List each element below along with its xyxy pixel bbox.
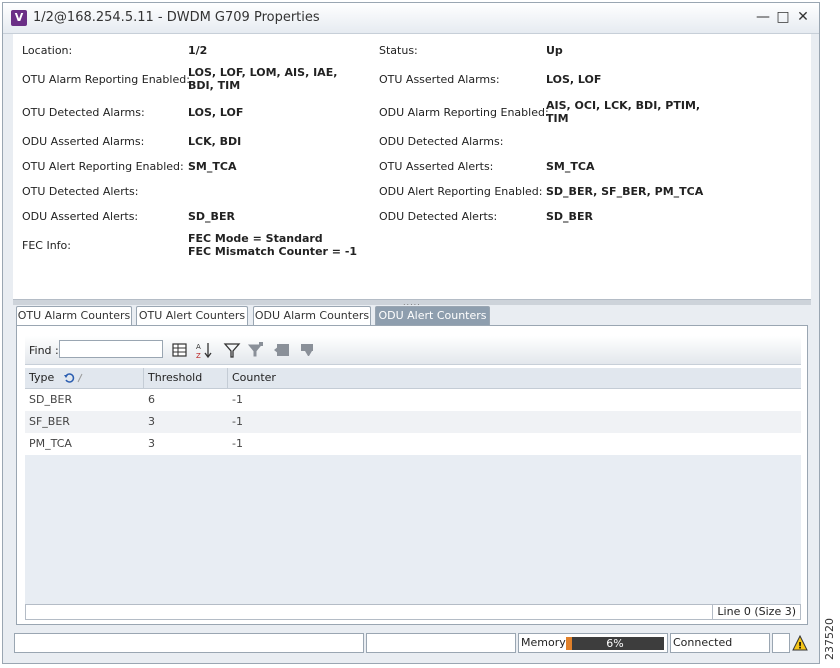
line-info: Line 0 (Size 3) <box>712 605 800 619</box>
otu-alarm-reporting-label: OTU Alarm Reporting Enabled: <box>22 73 190 86</box>
otu-asserted-alarms-label: OTU Asserted Alarms: <box>379 73 500 86</box>
export-icon[interactable] <box>273 341 291 359</box>
odu-alert-reporting-value: SD_BER, SF_BER, PM_TCA <box>546 185 704 198</box>
table-header: Type Threshold Counter <box>25 368 801 389</box>
maximize-button[interactable]: □ <box>775 9 791 25</box>
tab-otu-alarm-counters[interactable]: OTU Alarm Counters <box>16 306 132 325</box>
odu-asserted-alarms-label: ODU Asserted Alarms: <box>22 135 145 148</box>
counter-cell: -1 <box>232 393 243 406</box>
otu-alarm-reporting-value: LOS, LOF, LOM, AIS, IAE, BDI, TIM <box>188 66 338 92</box>
filter-icon[interactable] <box>223 341 241 359</box>
otu-detected-alarms-value: LOS, LOF <box>188 106 244 119</box>
table-row[interactable]: SD_BER 6 -1 <box>25 389 801 411</box>
odu-alarm-reporting-label: ODU Alarm Reporting Enabled: <box>379 106 549 119</box>
column-header-type[interactable]: Type <box>25 368 144 388</box>
odu-asserted-alarms-value: LCK, BDI <box>188 135 242 148</box>
panel-splitter[interactable]: ..... <box>13 298 811 307</box>
app-logo-icon: V <box>11 10 27 26</box>
memory-label: Memory: <box>521 636 569 649</box>
splitter-grip: ..... <box>403 298 421 307</box>
window-title: 1/2@168.254.5.11 - DWDM G709 Properties <box>33 10 320 25</box>
status-message-field <box>14 633 364 653</box>
status-field-small <box>772 633 790 653</box>
filter-edit-icon[interactable] <box>247 341 265 359</box>
odu-alert-counters-panel: Find : A Z Type Threshold Counter SD_BER… <box>16 325 808 625</box>
connection-status: Connected <box>673 636 733 649</box>
threshold-cell: 3 <box>148 437 155 450</box>
minimize-button[interactable]: — <box>755 9 771 25</box>
status-bar: Memory: 6% Connected ! <box>10 633 810 655</box>
figure-id-text: 237520 <box>823 618 836 660</box>
odu-detected-alerts-label: ODU Detected Alerts: <box>379 210 498 223</box>
status-label: Status: <box>379 44 418 57</box>
svg-text:A: A <box>196 343 201 351</box>
find-label: Find : <box>29 344 59 357</box>
otu-detected-alarms-label: OTU Detected Alarms: <box>22 106 145 119</box>
fec-info-label: FEC Info: <box>22 239 71 252</box>
location-value: 1/2 <box>188 44 208 57</box>
threshold-cell: 6 <box>148 393 155 406</box>
table-settings-icon[interactable] <box>171 341 189 359</box>
threshold-cell: 3 <box>148 415 155 428</box>
table-row[interactable]: SF_BER 3 -1 <box>25 411 801 433</box>
odu-asserted-alerts-value: SD_BER <box>188 210 235 223</box>
otu-asserted-alarms-value: LOS, LOF <box>546 73 602 86</box>
sort-indicator-icon <box>64 373 83 383</box>
tab-odu-alert-counters[interactable]: ODU Alert Counters <box>375 306 490 325</box>
svg-text:Z: Z <box>196 352 201 359</box>
counter-cell: -1 <box>232 415 243 428</box>
otu-alert-reporting-value: SM_TCA <box>188 160 237 173</box>
title-bar[interactable]: V 1/2@168.254.5.11 - DWDM G709 Propertie… <box>3 3 819 34</box>
type-cell: SF_BER <box>29 415 70 428</box>
otu-alert-reporting-label: OTU Alert Reporting Enabled: <box>22 160 184 173</box>
odu-asserted-alerts-label: ODU Asserted Alerts: <box>22 210 139 223</box>
status-field-empty <box>366 633 516 653</box>
table-toolbar: Find : A Z <box>25 336 801 365</box>
odu-detected-alerts-value: SD_BER <box>546 210 593 223</box>
column-header-type-label: Type <box>29 371 55 384</box>
counter-cell: -1 <box>232 437 243 450</box>
counters-table: Type Threshold Counter SD_BER 6 -1 SF_BE… <box>25 368 801 604</box>
memory-value: 6% <box>606 637 624 650</box>
sort-icon[interactable]: A Z <box>195 341 213 359</box>
tab-odu-alarm-counters[interactable]: ODU Alarm Counters <box>253 306 371 325</box>
otu-asserted-alerts-label: OTU Asserted Alerts: <box>379 160 494 173</box>
otu-asserted-alerts-value: SM_TCA <box>546 160 595 173</box>
odu-alarm-reporting-value: AIS, OCI, LCK, BDI, PTIM, TIM <box>546 99 701 125</box>
otu-detected-alerts-label: OTU Detected Alerts: <box>22 185 139 198</box>
location-label: Location: <box>22 44 73 57</box>
column-header-threshold[interactable]: Threshold <box>144 368 228 388</box>
figure-id-label: 237520 <box>823 618 836 660</box>
close-button[interactable]: ✕ <box>795 9 811 25</box>
column-header-counter[interactable]: Counter <box>228 368 801 388</box>
warning-glyph: ! <box>798 642 802 652</box>
type-cell: SD_BER <box>29 393 73 406</box>
find-input[interactable] <box>59 340 163 358</box>
clear-filter-icon[interactable] <box>299 341 317 359</box>
memory-bar: 6% <box>566 637 664 650</box>
odu-detected-alarms-label: ODU Detected Alarms: <box>379 135 504 148</box>
table-row[interactable]: PM_TCA 3 -1 <box>25 433 801 455</box>
type-cell: PM_TCA <box>29 437 72 450</box>
properties-panel: Location: 1/2 Status: Up OTU Alarm Repor… <box>13 34 811 299</box>
status-value: Up <box>546 44 563 57</box>
table-status-row: Line 0 (Size 3) <box>25 604 801 620</box>
odu-alert-reporting-label: ODU Alert Reporting Enabled: <box>379 185 543 198</box>
fec-info-value: FEC Mode = Standard FEC Mismatch Counter… <box>188 232 358 258</box>
tab-otu-alert-counters[interactable]: OTU Alert Counters <box>136 306 248 325</box>
warning-icon[interactable]: ! <box>792 635 808 651</box>
